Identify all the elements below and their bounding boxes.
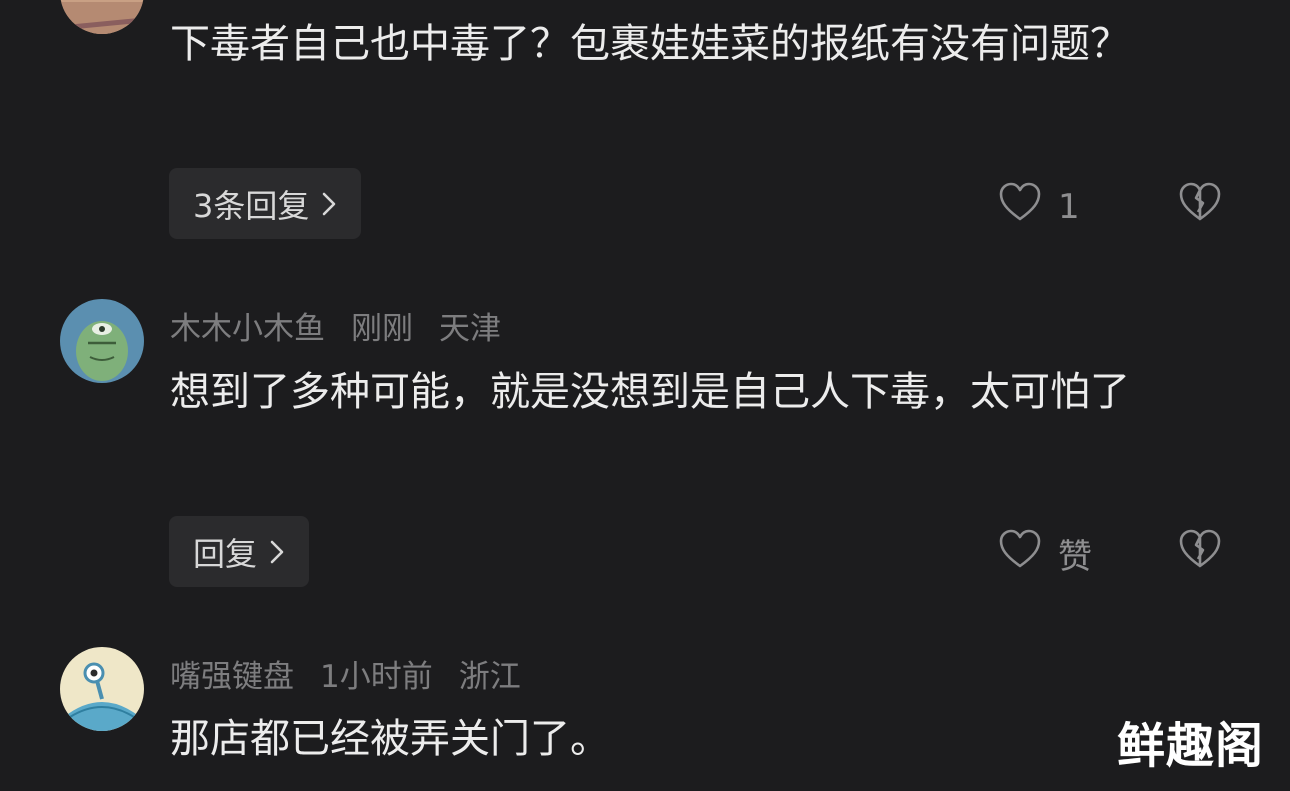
author-name[interactable]: 木木小木鱼 xyxy=(170,311,325,347)
timestamp: 1小时前 xyxy=(320,659,433,695)
dislike-button[interactable] xyxy=(1178,182,1222,226)
chevron-right-icon xyxy=(269,538,285,566)
comment-text: 下毒者自己也中毒了？包裹娃娃菜的报纸有没有问题？ xyxy=(170,21,1130,67)
broken-heart-icon xyxy=(1178,529,1222,573)
like-button[interactable]: 赞 xyxy=(998,529,1092,578)
timestamp: 刚刚 xyxy=(351,311,413,347)
like-label: 赞 xyxy=(1058,537,1092,577)
avatar[interactable] xyxy=(60,299,144,383)
comment-meta: 嘴强键盘 1小时前 浙江 xyxy=(170,651,547,696)
comment-text: 想到了多种可能，就是没想到是自己人下毒，太可怕了 xyxy=(170,369,1130,415)
chevron-right-icon xyxy=(321,190,337,218)
location: 天津 xyxy=(439,311,501,347)
heart-outline-icon xyxy=(998,529,1042,578)
reply-button[interactable]: 回复 xyxy=(169,516,310,587)
location: 浙江 xyxy=(458,659,521,695)
like-count: 1 xyxy=(1058,186,1080,227)
avatar[interactable] xyxy=(60,0,144,34)
like-button[interactable]: 1 xyxy=(998,182,1080,231)
view-replies-button[interactable]: 3条回复 xyxy=(169,168,362,239)
comment-meta: 木木小木鱼 刚刚 天津 xyxy=(170,303,527,348)
author-name[interactable]: 嘴强键盘 xyxy=(170,659,294,695)
reply-label: 3条回复 xyxy=(193,186,310,225)
dislike-button[interactable] xyxy=(1178,529,1222,573)
avatar[interactable] xyxy=(60,647,144,731)
watermark-logo: 鲜趣阁 xyxy=(1116,718,1264,774)
heart-outline-icon xyxy=(998,182,1042,231)
comment-text: 那店都已经被弄关门了。 xyxy=(170,716,610,762)
reply-label: 回复 xyxy=(193,534,258,573)
broken-heart-icon xyxy=(1178,182,1222,226)
